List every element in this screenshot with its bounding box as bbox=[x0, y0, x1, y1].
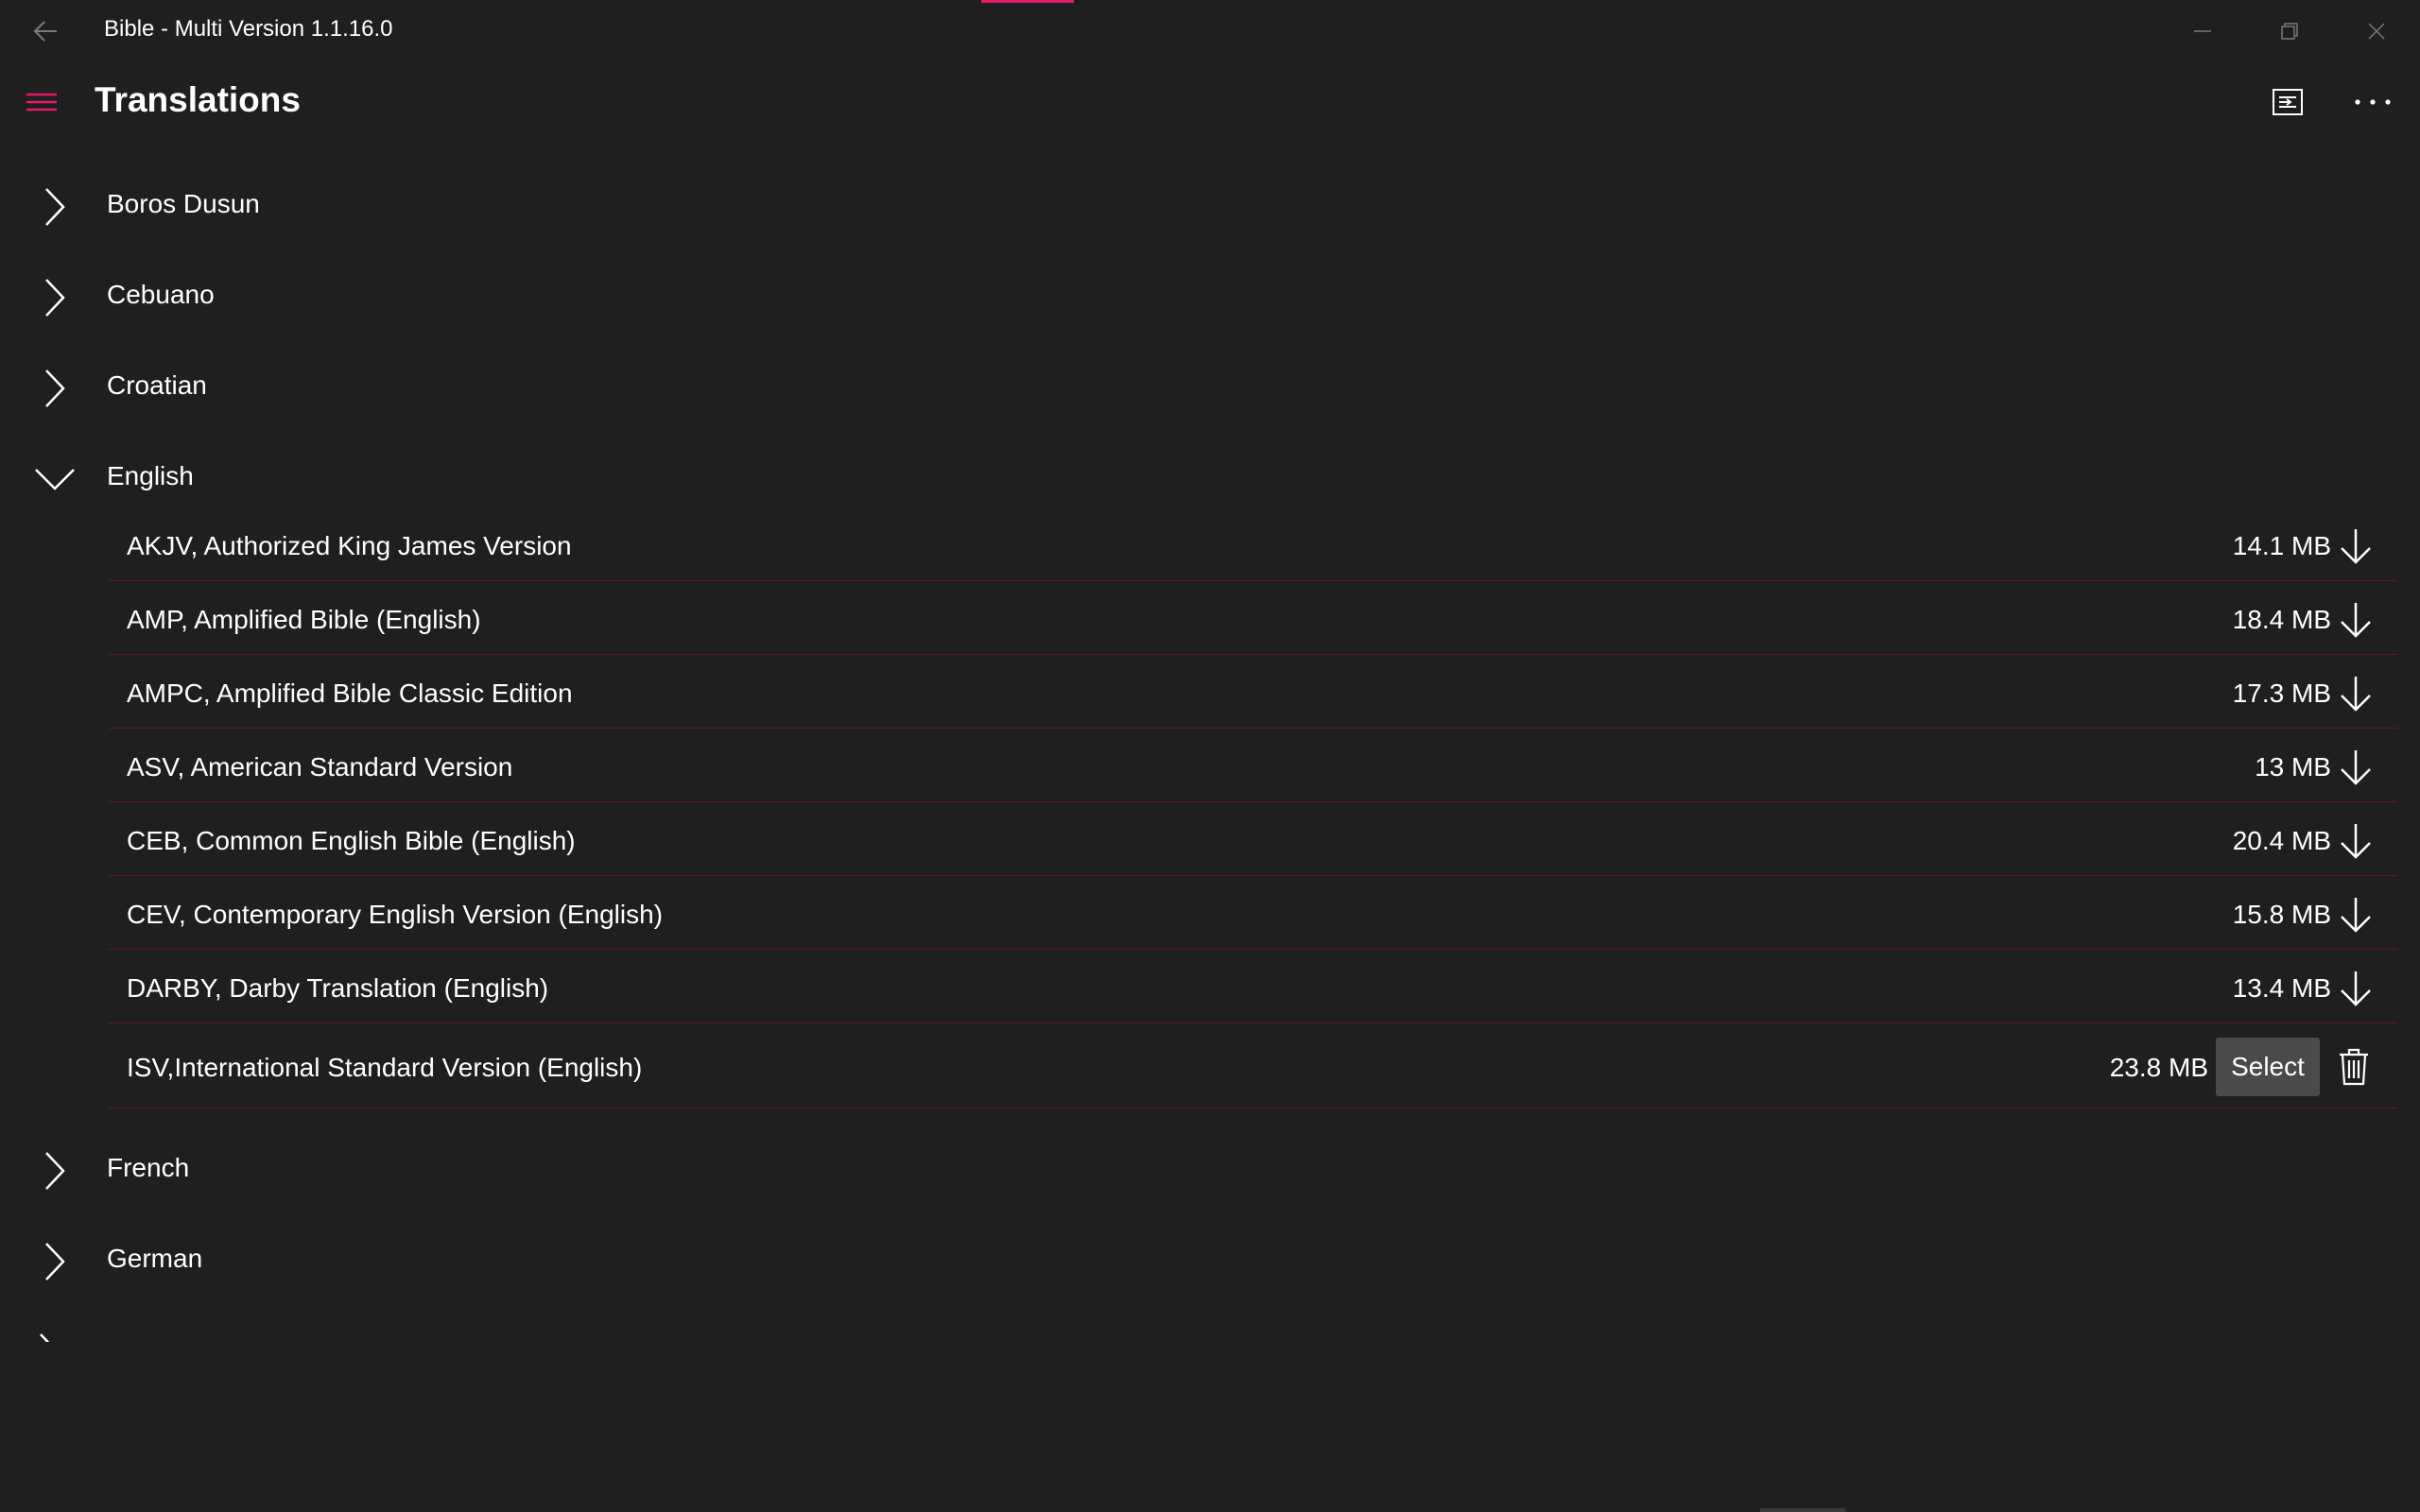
download-arrow-icon bbox=[2341, 677, 2371, 712]
translation-name: ISV,International Standard Version (Engl… bbox=[127, 1053, 643, 1082]
language-group-cebuano[interactable]: Cebuano bbox=[0, 251, 2420, 342]
expand-button[interactable] bbox=[28, 1149, 81, 1193]
title-accent-bar bbox=[981, 0, 1074, 3]
translation-size: 23.8 MB bbox=[2109, 1053, 2208, 1082]
page-header: Translations bbox=[0, 62, 2420, 142]
more-options-button[interactable] bbox=[2342, 76, 2403, 129]
restore-button[interactable] bbox=[2246, 0, 2333, 62]
download-button[interactable] bbox=[2329, 667, 2382, 720]
chevron-right-icon bbox=[45, 188, 65, 226]
translation-name: CEV, Contemporary English Version (Engli… bbox=[127, 900, 664, 929]
download-arrow-icon bbox=[2341, 603, 2371, 638]
hamburger-icon bbox=[26, 93, 57, 112]
menu-button[interactable] bbox=[19, 81, 64, 123]
translation-name: DARBY, Darby Translation (English) bbox=[127, 973, 549, 1003]
import-button[interactable] bbox=[2257, 76, 2318, 129]
translation-row-asv[interactable]: ASV, American Standard Version 13 MB bbox=[108, 728, 2397, 802]
group-label: Cebuano bbox=[107, 280, 215, 309]
translation-name: AKJV, Authorized King James Version bbox=[127, 531, 572, 560]
translation-name: AMP, Amplified Bible (English) bbox=[127, 605, 481, 634]
group-label: Boros Dusun bbox=[107, 189, 260, 218]
translation-name: ASV, American Standard Version bbox=[127, 752, 513, 782]
download-arrow-icon bbox=[2341, 898, 2371, 933]
chevron-right-icon bbox=[45, 279, 65, 317]
language-group-french[interactable]: French bbox=[0, 1125, 2420, 1215]
translation-name: CEB, Common English Bible (English) bbox=[127, 826, 576, 855]
language-group-croatian[interactable]: Croatian bbox=[0, 342, 2420, 433]
close-icon bbox=[2368, 23, 2385, 40]
chevron-down-icon bbox=[35, 469, 75, 490]
download-button[interactable] bbox=[2329, 593, 2382, 646]
app-window: Bible - Multi Version 1.1.16.0 Translati bbox=[0, 0, 2420, 1512]
group-label: German bbox=[107, 1244, 203, 1273]
chevron-right-icon bbox=[40, 1333, 50, 1342]
translation-row-ceb[interactable]: CEB, Common English Bible (English) 20.4… bbox=[108, 801, 2397, 876]
trash-icon bbox=[2340, 1048, 2368, 1086]
close-button[interactable] bbox=[2333, 0, 2420, 62]
minimize-icon bbox=[2194, 30, 2211, 32]
download-arrow-icon bbox=[2341, 529, 2371, 564]
expand-button[interactable] bbox=[28, 1240, 81, 1283]
chevron-right-icon bbox=[45, 1152, 65, 1190]
title-bar: Bible - Multi Version 1.1.16.0 bbox=[0, 0, 2420, 62]
expand-button[interactable] bbox=[28, 276, 81, 319]
chevron-right-icon bbox=[45, 369, 65, 407]
group-label: French bbox=[107, 1153, 190, 1182]
translation-size: 17.3 MB bbox=[2232, 679, 2331, 708]
delete-button[interactable] bbox=[2327, 1040, 2380, 1094]
translation-row-isv[interactable]: ISV,International Standard Version (Engl… bbox=[108, 1022, 2397, 1108]
back-button[interactable] bbox=[25, 11, 66, 51]
translation-size: 18.4 MB bbox=[2232, 605, 2331, 634]
download-button[interactable] bbox=[2329, 815, 2382, 868]
import-icon bbox=[2273, 89, 2303, 115]
restore-icon bbox=[2281, 23, 2298, 40]
scroll-indicator[interactable] bbox=[1760, 1508, 1845, 1512]
expand-button[interactable] bbox=[28, 367, 81, 410]
download-button[interactable] bbox=[2329, 962, 2382, 1015]
translation-row-amp[interactable]: AMP, Amplified Bible (English) 18.4 MB bbox=[108, 580, 2397, 655]
download-button[interactable] bbox=[2329, 888, 2382, 941]
translation-size: 20.4 MB bbox=[2232, 826, 2331, 855]
download-button[interactable] bbox=[2329, 741, 2382, 794]
translation-row-cev[interactable]: CEV, Contemporary English Version (Engli… bbox=[108, 875, 2397, 950]
download-arrow-icon bbox=[2341, 824, 2371, 859]
back-arrow-icon bbox=[33, 21, 57, 42]
download-arrow-icon bbox=[2341, 971, 2371, 1006]
minimize-button[interactable] bbox=[2159, 0, 2246, 62]
translation-name: AMPC, Amplified Bible Classic Edition bbox=[127, 679, 573, 708]
select-button[interactable]: Select bbox=[2216, 1038, 2320, 1096]
group-label: English bbox=[107, 461, 194, 490]
translation-row-darby[interactable]: DARBY, Darby Translation (English) 13.4 … bbox=[108, 949, 2397, 1023]
collapse-button[interactable] bbox=[28, 457, 81, 501]
translation-size: 15.8 MB bbox=[2232, 900, 2331, 929]
language-group-german[interactable]: German bbox=[0, 1215, 2420, 1306]
translation-row-akjv[interactable]: AKJV, Authorized King James Version 14.1… bbox=[108, 512, 2397, 581]
translation-row-ampc[interactable]: AMPC, Amplified Bible Classic Edition 17… bbox=[108, 654, 2397, 729]
page-title: Translations bbox=[95, 80, 301, 119]
clipped-chevron bbox=[38, 1332, 60, 1342]
chevron-right-icon bbox=[45, 1243, 65, 1280]
more-icon bbox=[2355, 99, 2391, 105]
window-title: Bible - Multi Version 1.1.16.0 bbox=[104, 16, 393, 42]
language-group-english[interactable]: English bbox=[0, 433, 2420, 524]
translation-size: 13 MB bbox=[2255, 752, 2331, 782]
download-button[interactable] bbox=[2329, 520, 2382, 573]
translation-size: 14.1 MB bbox=[2232, 531, 2331, 560]
language-group-boros-dusun[interactable]: Boros Dusun bbox=[0, 161, 2420, 251]
group-label: Croatian bbox=[107, 370, 207, 400]
list-clip-area bbox=[0, 1306, 2420, 1342]
translation-size: 13.4 MB bbox=[2232, 973, 2331, 1003]
expand-button[interactable] bbox=[28, 185, 81, 229]
download-arrow-icon bbox=[2341, 750, 2371, 785]
